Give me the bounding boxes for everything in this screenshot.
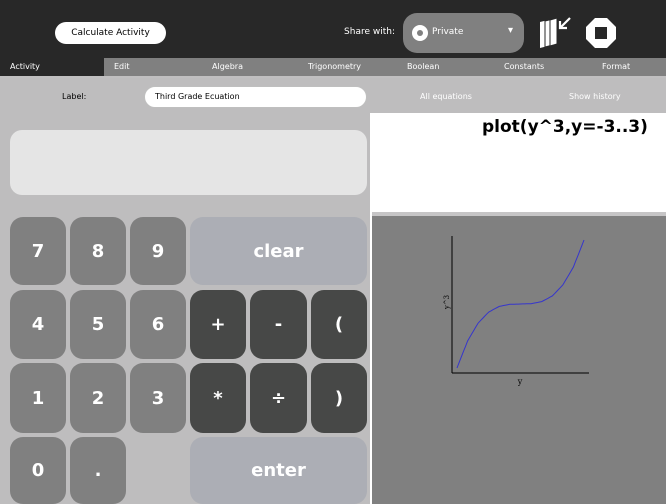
key-9[interactable]: 9 bbox=[130, 217, 186, 285]
all-equations-button[interactable]: All equations bbox=[420, 92, 472, 101]
history-header: All equations Show history bbox=[370, 78, 666, 113]
right-paren-button[interactable]: ) bbox=[311, 363, 367, 433]
decimal-point-button[interactable]: . bbox=[70, 437, 126, 504]
key-4[interactable]: 4 bbox=[10, 290, 66, 359]
key-2[interactable]: 2 bbox=[70, 363, 126, 433]
plot-chart: y y^3 bbox=[443, 236, 589, 386]
stop-icon[interactable] bbox=[585, 17, 617, 49]
tab-activity[interactable]: Activity bbox=[0, 58, 104, 76]
multiply-button[interactable]: * bbox=[190, 363, 246, 433]
divide-button[interactable]: ÷ bbox=[250, 363, 307, 433]
keep-copy-icon[interactable] bbox=[534, 16, 574, 50]
toolbar: Calculate Activity Share with: Private ▾ bbox=[0, 0, 666, 58]
tab-edit[interactable]: Edit bbox=[104, 58, 202, 76]
key-3[interactable]: 3 bbox=[130, 363, 186, 433]
share-with-combobox[interactable]: Private ▾ bbox=[403, 13, 524, 53]
result-expression: plot(y^3,y=-3..3) bbox=[482, 117, 648, 137]
key-7[interactable]: 7 bbox=[10, 217, 66, 285]
tab-boolean[interactable]: Boolean bbox=[397, 58, 494, 76]
clear-button[interactable]: clear bbox=[190, 217, 367, 285]
tab-algebra[interactable]: Algebra bbox=[202, 58, 298, 76]
expression-display[interactable] bbox=[10, 130, 367, 195]
x-axis-label: y bbox=[517, 377, 523, 386]
graph-panel: y y^3 bbox=[372, 216, 666, 504]
key-6[interactable]: 6 bbox=[130, 290, 186, 359]
activity-name-field[interactable]: Calculate Activity bbox=[55, 22, 166, 44]
left-paren-button[interactable]: ( bbox=[311, 290, 367, 359]
tab-bar: Activity Edit Algebra Trigonometry Boole… bbox=[0, 58, 666, 78]
share-value: Private bbox=[432, 27, 464, 37]
show-history-button[interactable]: Show history bbox=[569, 92, 621, 101]
private-icon bbox=[412, 25, 428, 41]
tab-constants[interactable]: Constants bbox=[494, 58, 592, 76]
minus-button[interactable]: - bbox=[250, 290, 307, 359]
y-axis-label: y^3 bbox=[443, 295, 451, 310]
series-line bbox=[456, 239, 585, 369]
tab-format[interactable]: Format bbox=[592, 58, 666, 76]
share-with-label: Share with: bbox=[344, 27, 395, 37]
enter-button[interactable]: enter bbox=[190, 437, 367, 504]
results-panel: plot(y^3,y=-3..3) bbox=[372, 113, 666, 212]
key-8[interactable]: 8 bbox=[70, 217, 126, 285]
key-1[interactable]: 1 bbox=[10, 363, 66, 433]
chevron-down-icon: ▾ bbox=[508, 25, 514, 36]
label-input[interactable]: Third Grade Ecuation bbox=[144, 86, 367, 108]
plus-button[interactable]: + bbox=[190, 290, 246, 359]
key-5[interactable]: 5 bbox=[70, 290, 126, 359]
tab-trigonometry[interactable]: Trigonometry bbox=[298, 58, 397, 76]
key-0[interactable]: 0 bbox=[10, 437, 66, 504]
label-caption: Label: bbox=[62, 92, 87, 101]
